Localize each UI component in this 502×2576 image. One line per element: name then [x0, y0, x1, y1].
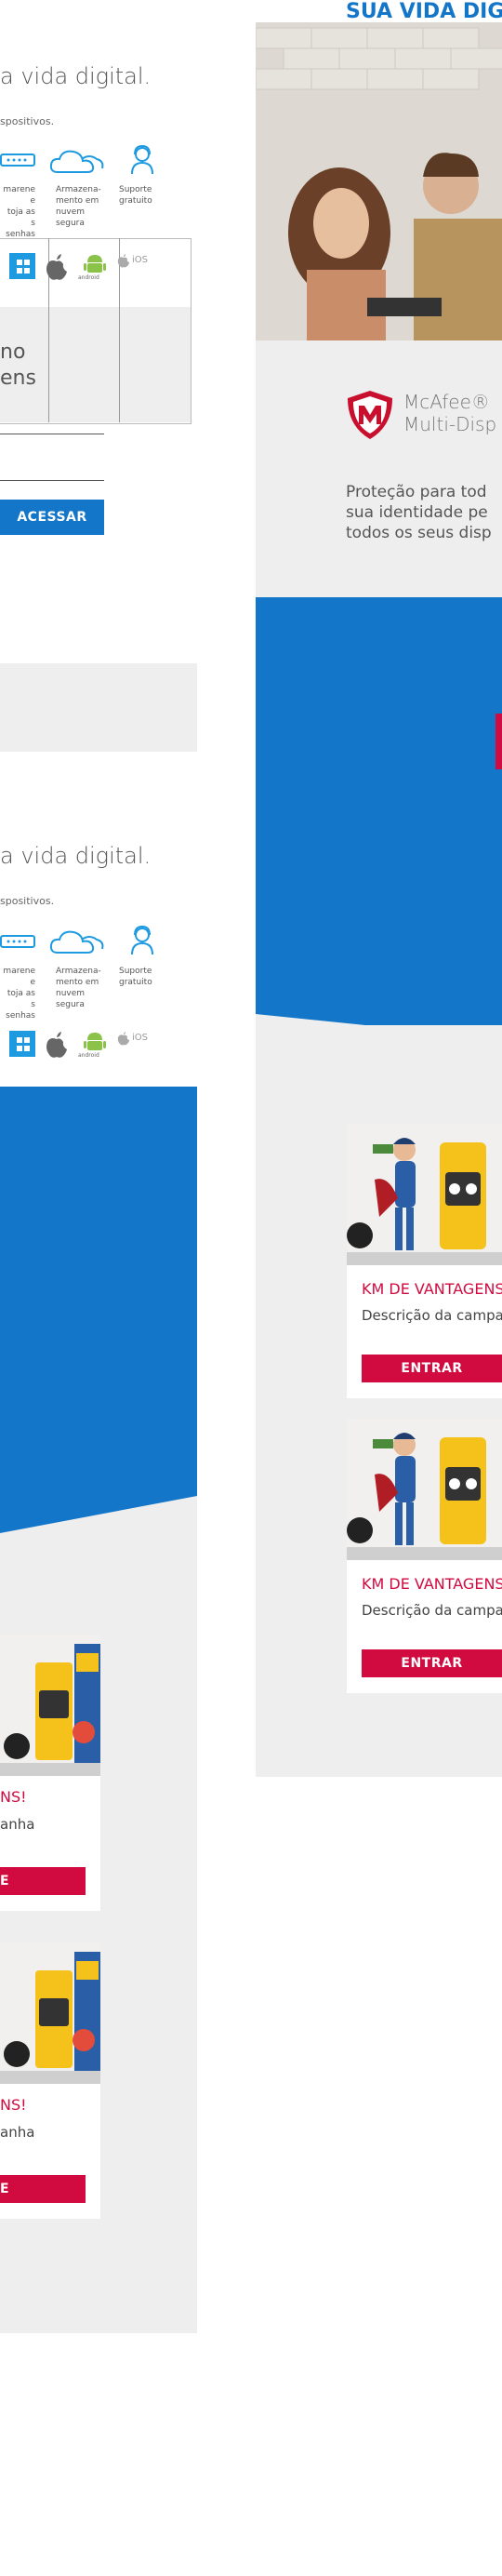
section-heading: a vida digital.: [0, 843, 152, 869]
campaign-card[interactable]: NS! anha E: [0, 1635, 100, 1911]
card-title: KM DE VANTAGENS: [362, 1575, 502, 1593]
campaign-card[interactable]: KM DE VANTAGENS Descrição da campan ENTR…: [347, 1419, 502, 1693]
ios-label: iOS: [132, 1033, 148, 1043]
feature-label: marene e toja as s senhas: [3, 185, 35, 239]
ios-icon: [117, 253, 130, 272]
box-text: no: [0, 340, 26, 364]
card-description: Descrição da campan: [362, 1602, 502, 1619]
left-section-2: a vida digital. spositivos. marene e toj…: [0, 752, 197, 1087]
top-heading: SUA VIDA DIG: [346, 0, 502, 23]
enter-button[interactable]: ENTRAR: [362, 1355, 502, 1382]
android-label: android: [78, 274, 99, 281]
cloud-icon: [48, 927, 106, 958]
password-icon: [0, 153, 35, 167]
left-blue-hero: [0, 1087, 197, 1533]
campaign-image: [347, 1419, 502, 1560]
mcafee-brand: McAfee®: [403, 391, 490, 413]
hero-photo: [256, 0, 502, 340]
grey-strip: [0, 663, 197, 752]
card-title: NS!: [0, 1788, 27, 1806]
support-person-icon: [126, 925, 158, 956]
password-icon: [0, 934, 35, 949]
product-description: Proteção para tod: [346, 483, 487, 501]
feature-label: Armazena- mento em nuvem segura: [56, 967, 101, 1009]
card-description: anha: [0, 2124, 35, 2141]
left-section-1: a vida digital. spositivos. marene e toj…: [0, 0, 197, 563]
card-description: Descrição da campan: [362, 1307, 502, 1324]
mcafee-product: Multi-Disp: [403, 413, 497, 435]
feature-label: Armazena- mento em nuvem segura: [56, 185, 101, 228]
apple-icon: [43, 251, 71, 287]
section-subline: spositivos.: [0, 115, 55, 127]
campaign-image: [0, 1635, 100, 1776]
enter-button[interactable]: E: [0, 2175, 86, 2203]
mcafee-logo-icon: [346, 389, 394, 445]
card-title: KM DE VANTAGENS: [362, 1280, 502, 1298]
card-description: anha: [0, 1816, 35, 1833]
feature-label: marene e toja as s senhas: [3, 967, 35, 1021]
android-label: android: [78, 1052, 99, 1059]
product-description: todos os seus disp: [346, 524, 492, 542]
campaign-image: [347, 1124, 502, 1265]
section-heading: a vida digital.: [0, 63, 152, 89]
os-box-fill: [0, 307, 191, 422]
box-text: ens: [0, 367, 36, 390]
feature-label: Suporte gratuito: [119, 967, 152, 987]
windows-icon: [9, 253, 35, 279]
campaign-card[interactable]: NS! anha E: [0, 1942, 100, 2219]
product-description: sua identidade pe: [346, 503, 488, 522]
enter-button[interactable]: E: [0, 1867, 86, 1895]
campaign-image: [0, 1942, 100, 2084]
access-button[interactable]: ACESSAR: [0, 500, 104, 535]
section-subline: spositivos.: [0, 895, 55, 907]
support-person-icon: [126, 144, 158, 176]
input-line[interactable]: [0, 480, 104, 481]
apple-icon: [43, 1029, 71, 1062]
enter-button[interactable]: ENTRAR: [362, 1649, 502, 1677]
card-title: NS!: [0, 2096, 27, 2114]
windows-icon: [9, 1031, 35, 1057]
spacer: [0, 563, 197, 663]
campaign-card[interactable]: KM DE VANTAGENS Descrição da campan ENTR…: [347, 1124, 502, 1398]
ios-icon: [117, 1031, 130, 1049]
right-blue-hero: [256, 597, 502, 1039]
ios-label: iOS: [132, 255, 148, 265]
cloud-icon: [48, 146, 106, 178]
feature-label: Suporte gratuito: [119, 185, 152, 206]
